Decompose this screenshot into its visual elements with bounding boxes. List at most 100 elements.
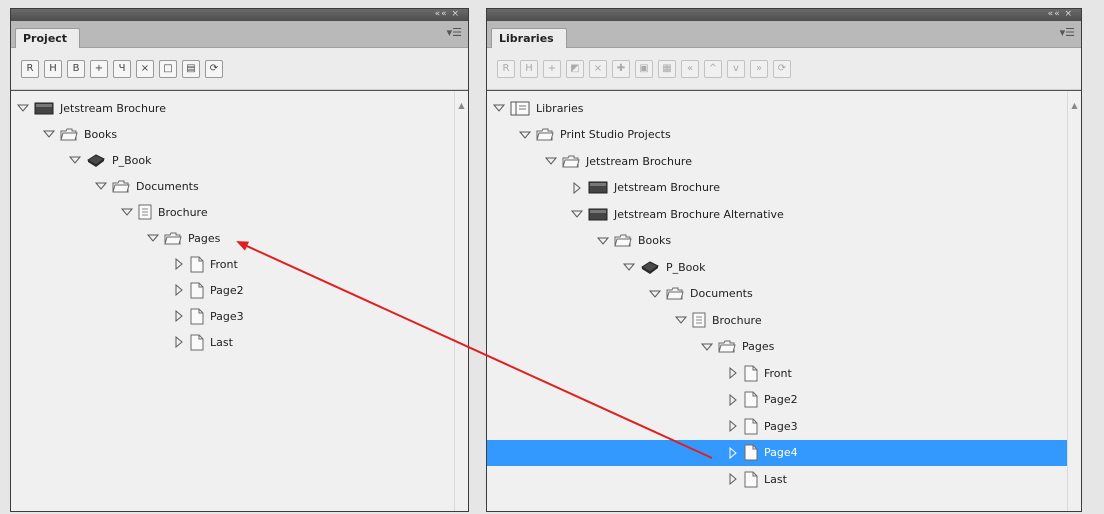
page-icon <box>744 365 758 382</box>
toolbar-button-9[interactable]: ⟳ <box>205 60 223 78</box>
expanded-triangle-icon[interactable] <box>595 237 611 245</box>
tree-item-page2[interactable]: Page2 <box>487 387 1067 413</box>
toolbar-button-6[interactable]: × <box>136 60 154 78</box>
expanded-triangle-icon[interactable] <box>67 156 83 164</box>
tree-item-label: Documents <box>136 179 199 193</box>
expanded-triangle-icon[interactable] <box>543 157 559 165</box>
toolbar-button-1[interactable]: R <box>21 60 39 78</box>
tree-item-page3[interactable]: Page3 <box>487 413 1067 439</box>
tree-item-label: Page2 <box>210 283 244 297</box>
collapsed-triangle-icon[interactable] <box>569 181 585 194</box>
expanded-triangle-icon[interactable] <box>93 182 109 190</box>
tree-item-label: Documents <box>690 287 753 300</box>
toolbar-button-3[interactable]: + <box>543 60 561 78</box>
tree-item-label: Last <box>764 472 787 486</box>
expanded-triangle-icon[interactable] <box>647 290 663 298</box>
expanded-triangle-icon[interactable] <box>145 234 161 242</box>
toolbar-button-8[interactable]: ▤ <box>182 60 200 78</box>
toolbar-button-2[interactable]: H <box>44 60 62 78</box>
toolbar-button-10[interactable]: ^ <box>704 60 722 78</box>
panel-menu-icon[interactable]: ▾☰ <box>447 27 462 39</box>
tree-item-page3[interactable]: Page3 <box>11 303 454 329</box>
panel-collapse-close-controls[interactable]: «« × <box>435 9 460 21</box>
tab-libraries[interactable]: Libraries <box>491 28 567 49</box>
tree-item-books[interactable]: Books <box>487 228 1067 254</box>
tree-item-label: Brochure <box>712 313 762 327</box>
tree-item-pages[interactable]: Pages <box>487 334 1067 360</box>
toolbar-button-5[interactable]: × <box>589 60 607 78</box>
libraries-scrollbar[interactable]: ▲ <box>1067 91 1081 511</box>
toolbar-button-7[interactable]: □ <box>159 60 177 78</box>
expanded-triangle-icon[interactable] <box>41 130 57 138</box>
collapsed-triangle-icon[interactable] <box>171 336 187 348</box>
toolbar-button-3[interactable]: B <box>67 60 85 78</box>
expanded-triangle-icon[interactable] <box>491 104 507 112</box>
folder-icon <box>60 127 78 142</box>
tree-item-jetstream-brochure[interactable]: Jetstream Brochure <box>487 175 1067 201</box>
page-icon <box>190 334 204 351</box>
toolbar-button-11[interactable]: v <box>727 60 745 78</box>
tree-item-brochure[interactable]: Brochure <box>487 307 1067 333</box>
scroll-up-icon[interactable]: ▲ <box>1068 101 1081 110</box>
tree-item-documents[interactable]: Documents <box>487 281 1067 307</box>
toolbar-button-9[interactable]: « <box>681 60 699 78</box>
tree-item-brochure[interactable]: Brochure <box>11 199 454 225</box>
collapsed-triangle-icon[interactable] <box>725 367 741 379</box>
tree-item-label: Books <box>84 127 118 141</box>
tree-item-p-book[interactable]: P_Book <box>487 254 1067 280</box>
expanded-triangle-icon[interactable] <box>673 316 689 324</box>
libraries-panel: «« × Libraries ▾☰ R H + ◩ × ✚ ▣ ▦ « ^ v » ⟳ Librarie… <box>486 8 1082 512</box>
tree-item-libraries[interactable]: Libraries <box>487 95 1067 121</box>
tree-item-jetstream-brochure-alternative[interactable]: Jetstream Brochure Alternative <box>487 201 1067 227</box>
tree-item-page2[interactable]: Page2 <box>11 277 454 303</box>
page-icon <box>190 256 204 273</box>
libraries-tree: Libraries Print Studio Projects Jetstream … <box>487 91 1067 511</box>
toolbar-button-8[interactable]: ▦ <box>658 60 676 78</box>
tree-item-documents[interactable]: Documents <box>11 173 454 199</box>
tree-item-books[interactable]: Books <box>11 121 454 147</box>
panel-menu-icon[interactable]: ▾☰ <box>1060 27 1075 39</box>
tree-item-label: Front <box>764 366 792 380</box>
collapsed-triangle-icon[interactable] <box>171 258 187 270</box>
tree-item-last[interactable]: Last <box>11 329 454 355</box>
collapsed-triangle-icon[interactable] <box>171 310 187 322</box>
scroll-up-icon[interactable]: ▲ <box>455 101 468 110</box>
tree-item-last[interactable]: Last <box>487 466 1067 492</box>
tree-item-front[interactable]: Front <box>487 360 1067 386</box>
tree-item-p-book[interactable]: P_Book <box>11 147 454 173</box>
expanded-triangle-icon[interactable] <box>517 131 533 139</box>
expanded-triangle-icon[interactable] <box>621 263 637 271</box>
toolbar-button-2[interactable]: H <box>520 60 538 78</box>
collapsed-triangle-icon[interactable] <box>725 393 741 406</box>
expanded-triangle-icon[interactable] <box>119 208 135 216</box>
tree-item-print-studio-projects[interactable]: Print Studio Projects <box>487 122 1067 148</box>
expanded-triangle-icon[interactable] <box>699 343 715 351</box>
toolbar-button-7[interactable]: ▣ <box>635 60 653 78</box>
project-scrollbar[interactable]: ▲ <box>454 91 468 511</box>
collapsed-triangle-icon[interactable] <box>171 284 187 296</box>
tree-item-label: Page4 <box>764 446 798 459</box>
collapsed-triangle-icon[interactable] <box>725 420 741 432</box>
tree-item-page4[interactable]: Page4 <box>487 439 1067 466</box>
collapsed-triangle-icon[interactable] <box>725 446 741 459</box>
project-tree: Jetstream Brochure Books P_Book Documents Br… <box>11 91 454 511</box>
toolbar-button-12[interactable]: » <box>750 60 768 78</box>
expanded-triangle-icon[interactable] <box>569 210 585 218</box>
collapsed-triangle-icon[interactable] <box>725 473 741 485</box>
panel-collapse-close-controls[interactable]: «« × <box>1048 9 1073 21</box>
tree-item-jetstream-brochure[interactable]: Jetstream Brochure <box>11 95 454 121</box>
tab-project[interactable]: Project <box>15 28 81 49</box>
tree-item-pages[interactable]: Pages <box>11 225 454 251</box>
folder-icon <box>562 154 580 169</box>
toolbar-button-6[interactable]: ✚ <box>612 60 630 78</box>
toolbar-button-4[interactable]: ◩ <box>566 60 584 78</box>
tree-item-front[interactable]: Front <box>11 251 454 277</box>
toolbar-button-4[interactable]: + <box>90 60 108 78</box>
toolbar-button-5[interactable]: Ч <box>113 60 131 78</box>
tree-item-jetstream-brochure[interactable]: Jetstream Brochure <box>487 148 1067 174</box>
panel-title-bar <box>11 9 468 21</box>
toolbar-button-13[interactable]: ⟳ <box>773 60 791 78</box>
toolbar-button-1[interactable]: R <box>497 60 515 78</box>
expanded-triangle-icon[interactable] <box>15 104 31 112</box>
tree-item-label: Page3 <box>210 309 244 323</box>
